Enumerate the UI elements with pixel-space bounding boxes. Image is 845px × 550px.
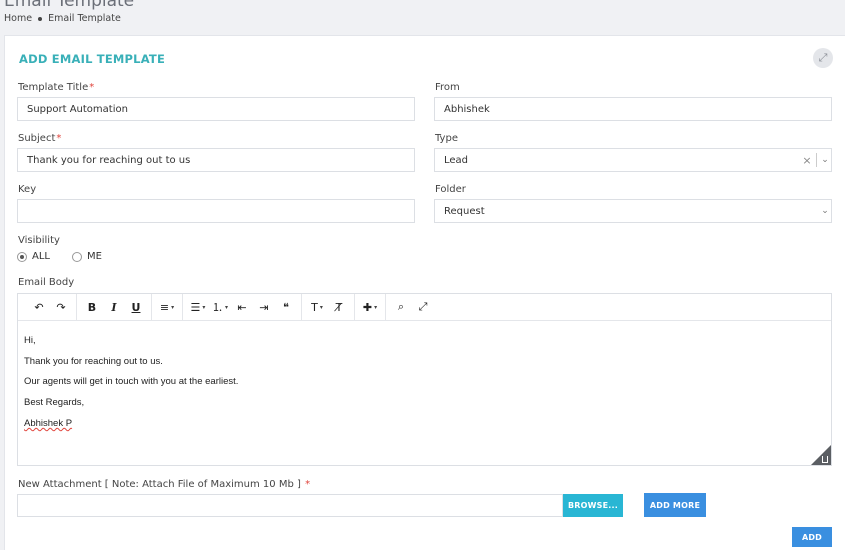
align-dropdown-button[interactable]: ≡ ▾ xyxy=(156,296,178,318)
search-icon[interactable]: ⌕ xyxy=(390,296,412,318)
subject-label: Subject* xyxy=(18,133,62,144)
visibility-radio-me[interactable]: ME xyxy=(71,251,102,262)
add-button[interactable]: ADD xyxy=(792,527,832,547)
chevron-down-icon[interactable]: ⌄ xyxy=(819,155,831,165)
resize-grip-mark xyxy=(822,456,828,463)
clear-selection-icon[interactable]: × xyxy=(800,154,814,167)
align-left-icon: ≡ xyxy=(159,300,170,314)
resize-handle-icon[interactable] xyxy=(811,445,831,465)
caret-down-icon: ▾ xyxy=(171,303,175,311)
attachment-label: New Attachment [ Note: Attach File of Ma… xyxy=(18,479,311,490)
clear-formatting-icon[interactable]: T̸ xyxy=(328,296,350,318)
card-title: ADD EMAIL TEMPLATE xyxy=(19,52,166,66)
expand-arrows-icon[interactable]: ⤢ xyxy=(813,48,833,68)
type-value: Lead xyxy=(444,154,469,166)
template-title-label: Template Title* xyxy=(18,82,95,93)
body-line: Hi, xyxy=(24,335,36,346)
caret-down-icon: ▾ xyxy=(202,303,206,311)
bullet-list-icon: ☰ xyxy=(190,300,201,314)
radio-label-all: ALL xyxy=(32,251,50,262)
caret-down-icon: ▾ xyxy=(319,303,323,311)
toolbar-group-lists: ☰ ▾ ⒈ ▾ ⇤ ⇥ ❝ xyxy=(183,293,302,321)
folder-value: Request xyxy=(444,205,485,217)
type-label: Type xyxy=(435,133,458,144)
plus-icon: ✚ xyxy=(362,300,373,314)
browse-button[interactable]: BROWSE... xyxy=(563,494,623,517)
from-value: Abhishek xyxy=(444,103,490,115)
numbered-list-icon: ⒈ xyxy=(211,301,223,314)
subject-value: Thank you for reaching out to us xyxy=(27,154,191,166)
email-body-editor: ↶ ↷ B I U ≡ ▾ ☰ ▾ ⒈ ▾ ⇤ ⇥ ❝ T ▾ T̸ ✚ ▾ ⌕… xyxy=(17,293,832,466)
page-title: Email Template xyxy=(4,0,135,11)
caret-down-icon: ▾ xyxy=(374,303,378,311)
body-line: Abhishek P xyxy=(24,417,73,429)
visibility-radio-all[interactable]: ALL xyxy=(17,251,50,262)
key-label: Key xyxy=(18,184,37,195)
italic-icon[interactable]: I xyxy=(103,296,125,318)
template-title-input[interactable]: Support Automation xyxy=(17,97,415,121)
editor-content[interactable]: Hi, Thank you for reaching out to us. Ou… xyxy=(18,321,831,444)
breadcrumb-separator xyxy=(38,16,43,21)
undo-icon[interactable]: ↶ xyxy=(28,296,50,318)
email-body-label: Email Body xyxy=(18,277,75,288)
toolbar-group-style: T ▾ T̸ xyxy=(302,293,355,321)
numbered-list-dropdown-button[interactable]: ⒈ ▾ xyxy=(209,296,231,318)
radio-label-me: ME xyxy=(86,251,102,262)
bullet-list-dropdown-button[interactable]: ☰ ▾ xyxy=(187,296,209,318)
text-style-dropdown-button[interactable]: T ▾ xyxy=(306,296,328,318)
editor-toolbar: ↶ ↷ B I U ≡ ▾ ☰ ▾ ⒈ ▾ ⇤ ⇥ ❝ T ▾ T̸ ✚ ▾ ⌕… xyxy=(18,293,831,321)
body-line: Best Regards, xyxy=(24,397,85,409)
attachment-file-input[interactable] xyxy=(17,494,563,517)
from-input[interactable]: Abhishek xyxy=(434,97,832,121)
underline-icon[interactable]: U xyxy=(125,296,147,318)
subject-input[interactable]: Thank you for reaching out to us xyxy=(17,148,415,172)
breadcrumb: Home Email Template xyxy=(4,13,121,24)
visibility-label: Visibility xyxy=(18,235,60,246)
chevron-down-icon[interactable]: ⌄ xyxy=(819,206,831,216)
add-more-button[interactable]: ADD MORE xyxy=(644,493,706,517)
caret-down-icon: ▾ xyxy=(224,303,228,311)
folder-label: Folder xyxy=(435,184,466,195)
insert-dropdown-button[interactable]: ✚ ▾ xyxy=(359,296,381,318)
body-line: Thank you for reaching out to us. xyxy=(24,355,163,367)
toolbar-group-format: B I U xyxy=(77,293,152,321)
folder-select[interactable]: Request ⌄ xyxy=(434,199,832,223)
outdent-icon[interactable]: ⇤ xyxy=(231,296,253,318)
type-select[interactable]: Lead × ⌄ xyxy=(434,148,832,172)
text-style-icon: T xyxy=(311,300,318,314)
toolbar-group-align: ≡ ▾ xyxy=(152,293,183,321)
select-separator xyxy=(816,153,817,167)
toolbar-group-view: ⌕ ⤢ xyxy=(386,294,438,321)
key-input[interactable] xyxy=(17,199,415,223)
toolbar-group-insert: ✚ ▾ xyxy=(355,293,386,321)
indent-icon[interactable]: ⇥ xyxy=(253,296,275,318)
bold-icon[interactable]: B xyxy=(81,296,103,318)
radio-checked-icon xyxy=(17,251,27,262)
redo-icon[interactable]: ↷ xyxy=(50,296,72,318)
breadcrumb-current: Email Template xyxy=(48,13,121,24)
from-label: From xyxy=(435,82,460,93)
template-title-value: Support Automation xyxy=(27,103,128,115)
radio-unchecked-icon xyxy=(71,251,82,262)
toolbar-group-history: ↶ ↷ xyxy=(24,293,77,321)
visibility-radio-group: ALL ME xyxy=(17,251,124,262)
fullscreen-icon[interactable]: ⤢ xyxy=(412,296,434,318)
breadcrumb-home-link[interactable]: Home xyxy=(4,13,32,24)
body-line: Our agents will get in touch with you at… xyxy=(24,376,239,388)
blockquote-icon[interactable]: ❝ xyxy=(275,296,297,318)
